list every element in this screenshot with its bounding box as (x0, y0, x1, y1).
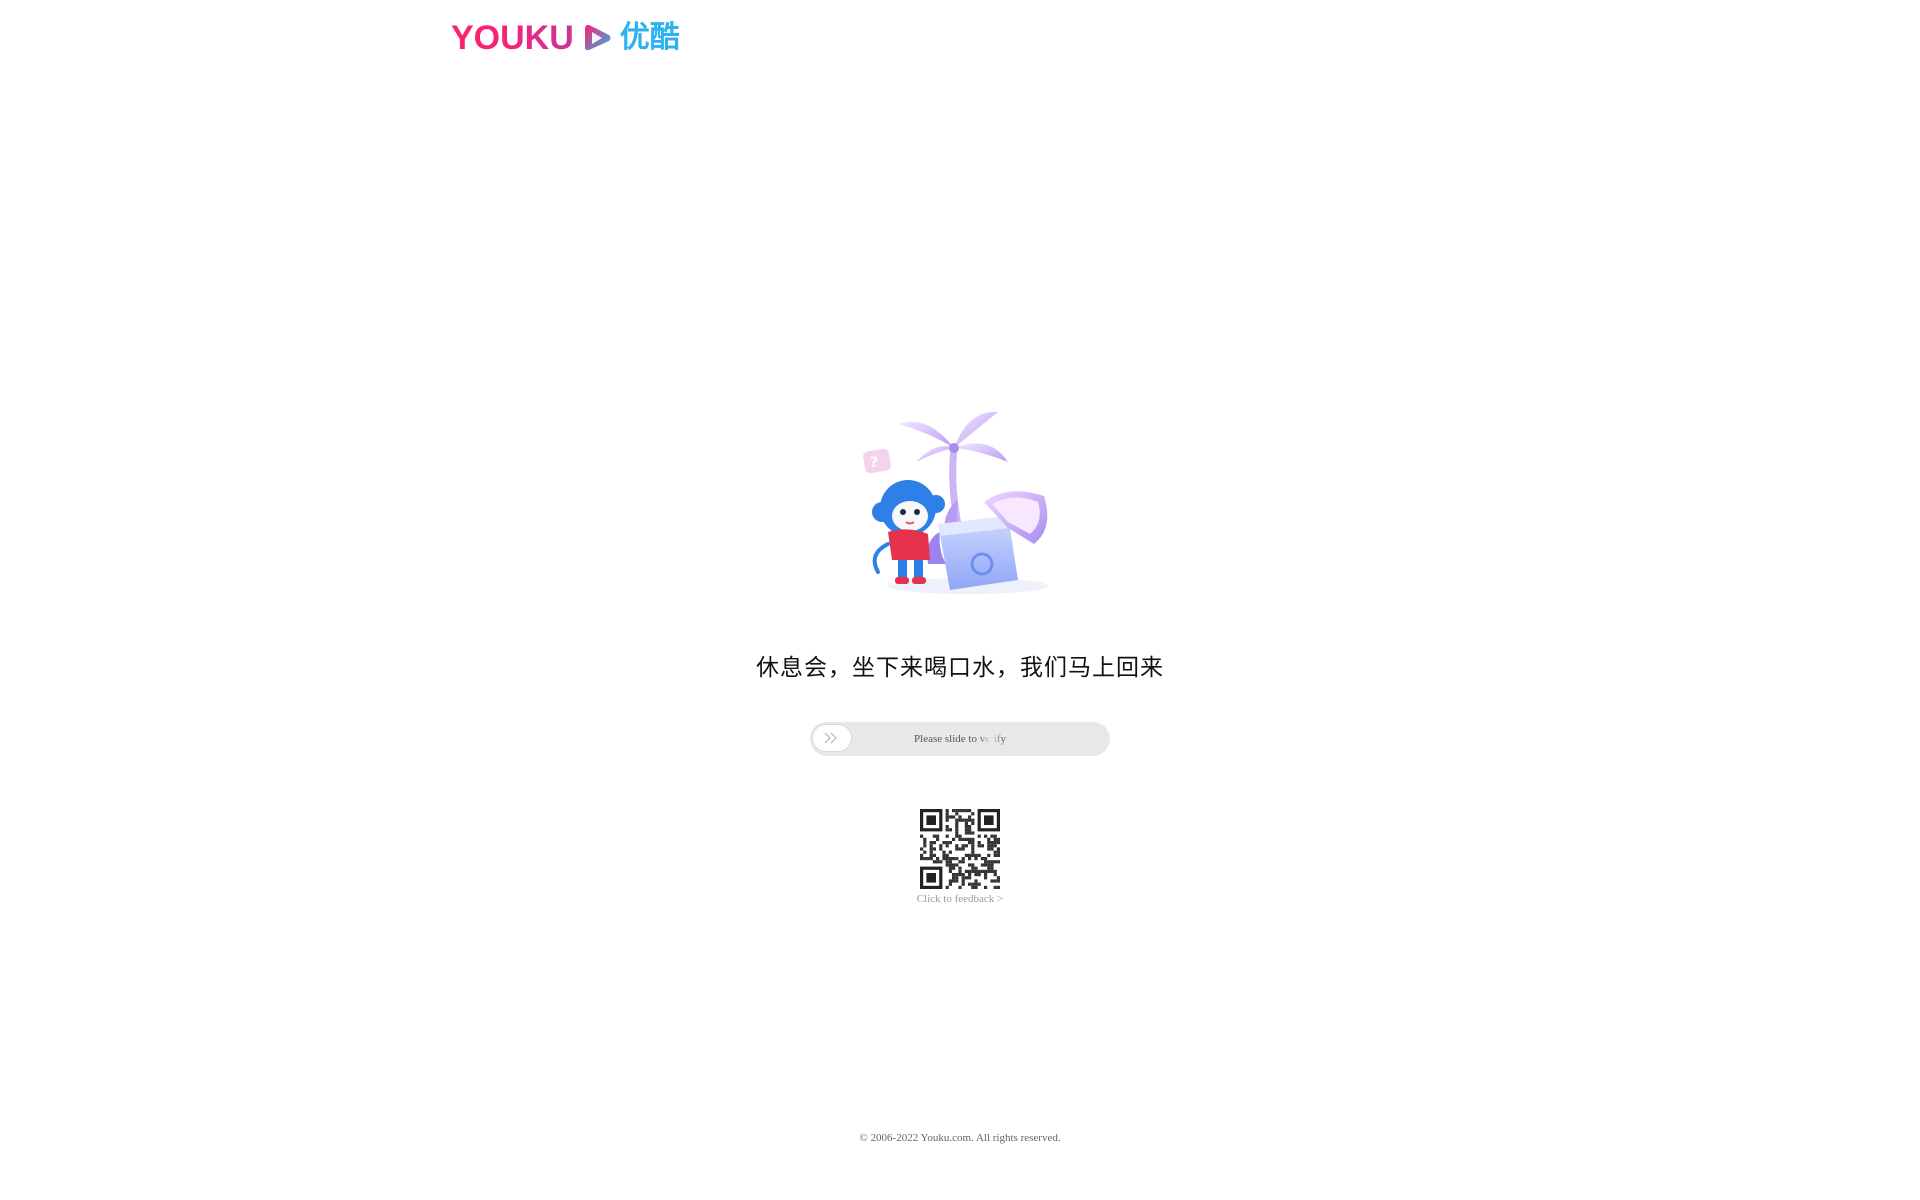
logo-chinese: 优酷 (619, 20, 680, 55)
slider-hint-prefix: Please slide to (914, 733, 980, 745)
slider-knob[interactable] (812, 724, 852, 752)
play-icon (584, 25, 611, 51)
double-chevron-right-icon (824, 732, 837, 744)
slider-hint-faded: verify (979, 733, 1006, 745)
copyright-text: © 2006-2022 Youku.com. All rights reserv… (859, 1132, 1061, 1144)
qr-code-icon[interactable] (920, 809, 1000, 889)
logo-wordmark: YOUKU (451, 19, 574, 57)
youku-logo[interactable]: YOUKU 优酷 (451, 20, 680, 56)
slider-hint: Please slide to verify (810, 722, 1110, 756)
monkey-treasure-illustration: ? (863, 411, 1048, 594)
feedback-link[interactable]: Click to feedback > (0, 893, 1920, 905)
rest-message: 休息会，坐下来喝口水，我们马上回来 (756, 655, 1164, 681)
slide-to-verify-slider[interactable]: Please slide to verify (810, 722, 1110, 756)
svg-text:?: ? (870, 455, 878, 471)
page: YOUKU 优酷 ? 休息会，坐下来喝口水，我们马上回来 Please slid… (0, 0, 1920, 1200)
